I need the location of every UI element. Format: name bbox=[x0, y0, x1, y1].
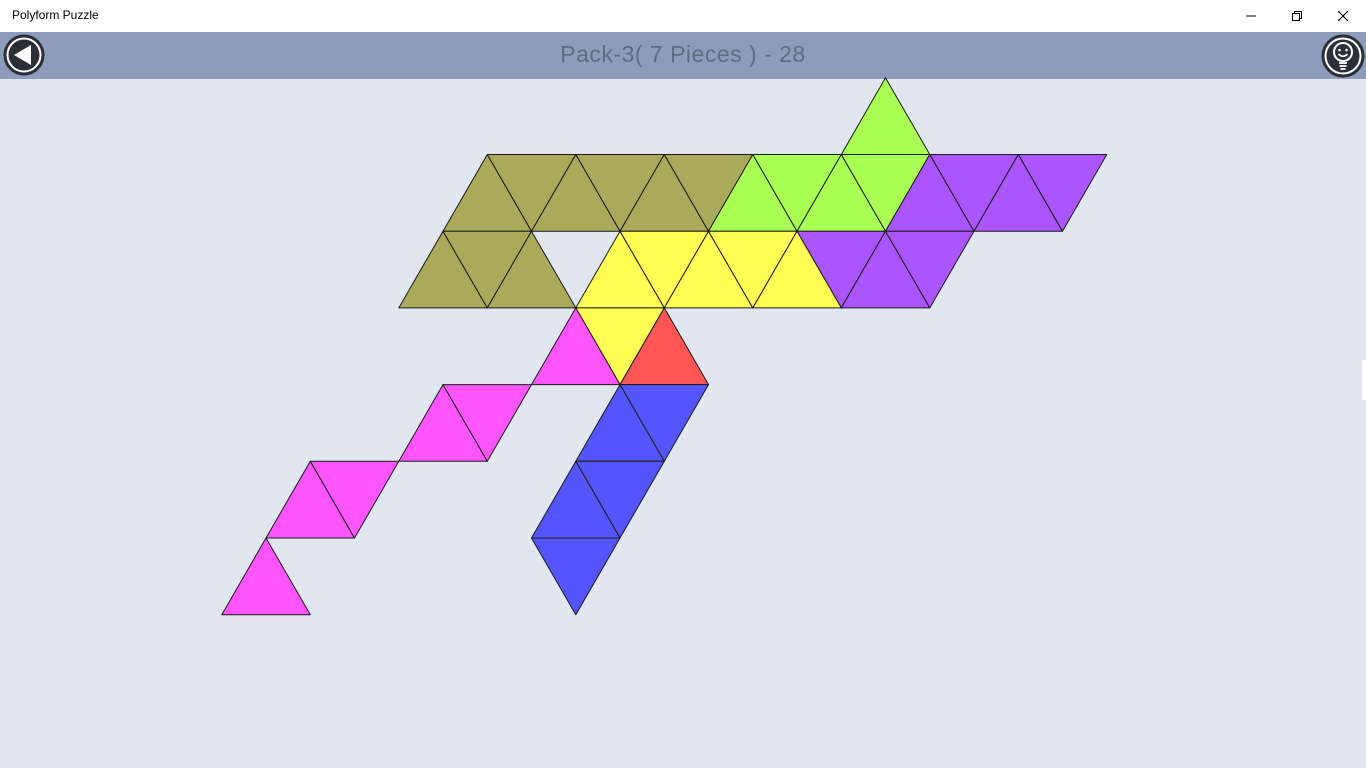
piece-blue[interactable] bbox=[531, 384, 709, 616]
puzzle-board[interactable] bbox=[0, 0, 1366, 768]
scroll-edge-marker bbox=[1362, 360, 1366, 400]
piece-blue-cell[interactable] bbox=[531, 537, 621, 616]
piece-magenta-cell[interactable] bbox=[221, 537, 311, 616]
piece-yellow[interactable] bbox=[575, 230, 842, 386]
piece-green-cell[interactable] bbox=[840, 77, 931, 155]
